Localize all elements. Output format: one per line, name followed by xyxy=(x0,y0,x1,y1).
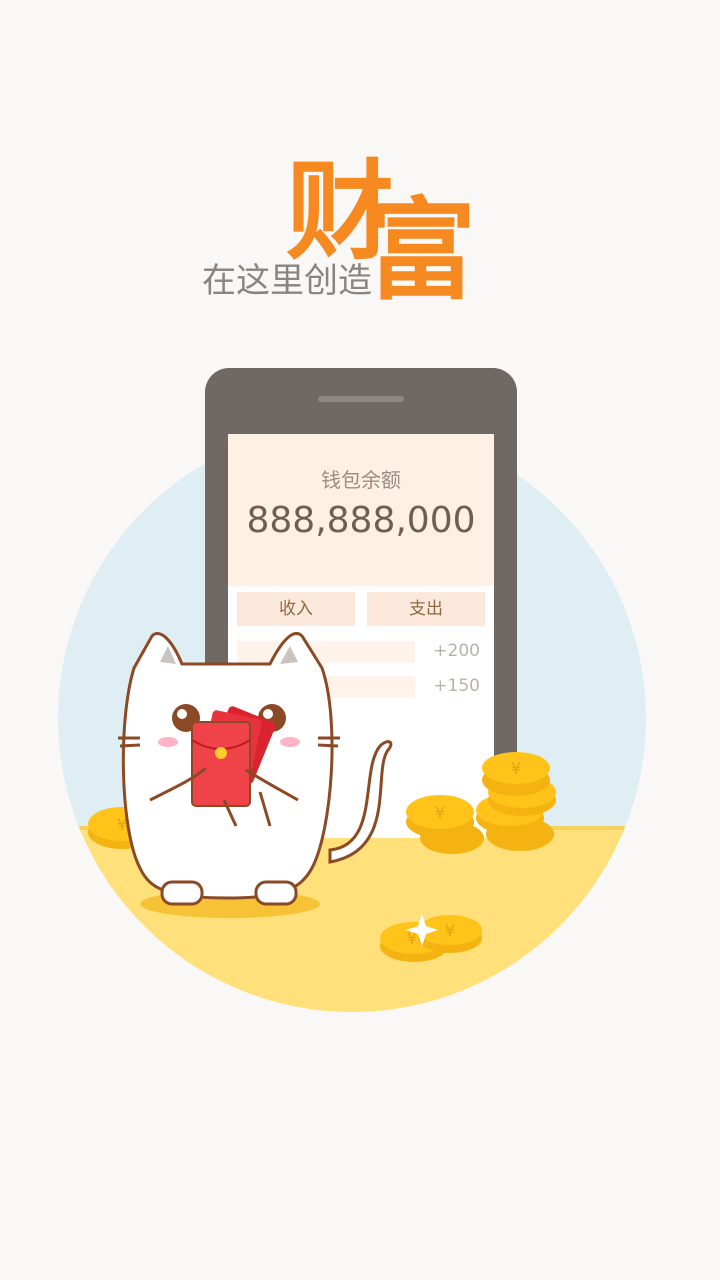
transaction-amount: +200 xyxy=(433,641,480,661)
gold-coin-icon: ¥ xyxy=(476,752,556,851)
svg-text:¥: ¥ xyxy=(435,803,445,822)
tab-income[interactable]: 收入 xyxy=(237,592,355,626)
balance-value: 888,888,000 xyxy=(246,500,476,541)
transaction-amount: +150 xyxy=(433,676,480,696)
headline-word-2: 富 xyxy=(366,186,476,315)
tab-expense[interactable]: 支出 xyxy=(367,592,485,626)
balance-label: 钱包余额 xyxy=(321,468,401,492)
headline-subtitle: 在这里创造 xyxy=(202,261,372,301)
svg-text:¥: ¥ xyxy=(445,921,455,940)
svg-text:¥: ¥ xyxy=(511,759,521,778)
